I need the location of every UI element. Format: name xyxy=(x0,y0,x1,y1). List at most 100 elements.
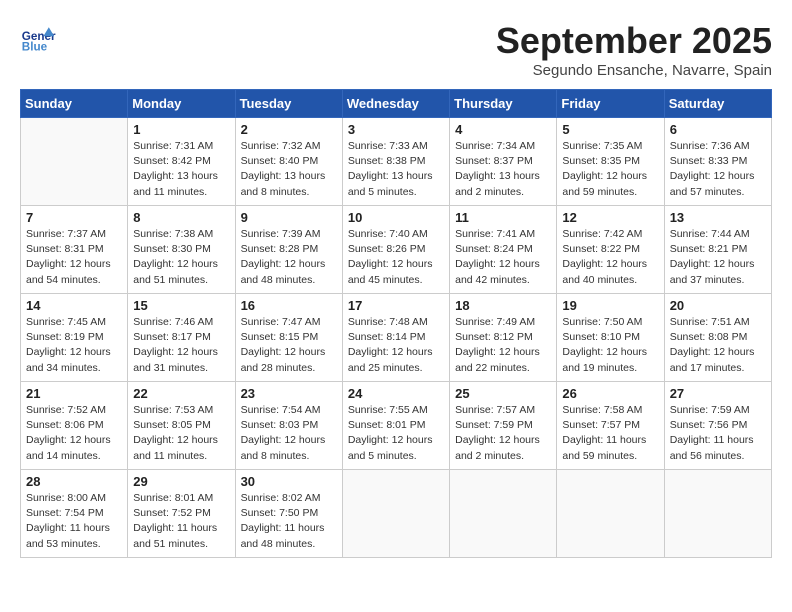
day-info: Sunrise: 7:49 AM Sunset: 8:12 PM Dayligh… xyxy=(455,315,551,376)
day-number: 30 xyxy=(241,474,337,489)
logo-icon: General Blue xyxy=(20,20,56,56)
day-number: 16 xyxy=(241,298,337,313)
calendar-cell: 8 Sunrise: 7:38 AM Sunset: 8:30 PM Daylig… xyxy=(128,206,235,294)
day-number: 18 xyxy=(455,298,551,313)
day-number: 11 xyxy=(455,210,551,225)
day-info: Sunrise: 8:00 AM Sunset: 7:54 PM Dayligh… xyxy=(26,491,122,552)
calendar-cell: 19Sunrise: 7:50 AM Sunset: 8:10 PM Dayli… xyxy=(557,294,664,382)
day-number: 20 xyxy=(670,298,766,313)
col-header-friday: Friday xyxy=(557,90,664,118)
calendar-cell: 10 Sunrise: 7:40 AM Sunset: 8:26 PM Dayli… xyxy=(342,206,449,294)
day-number: 23 xyxy=(241,386,337,401)
day-info: Sunrise: 7:51 AM Sunset: 8:08 PM Dayligh… xyxy=(670,315,766,376)
day-info: Sunrise: 7:46 AM Sunset: 8:17 PM Dayligh… xyxy=(133,315,229,376)
day-info: Sunrise: 7:35 AM Sunset: 8:35 PM Dayligh… xyxy=(562,139,658,200)
day-info: Sunrise: 7:45 AM Sunset: 8:19 PM Dayligh… xyxy=(26,315,122,376)
day-info: Sunrise: 7:33 AM Sunset: 8:38 PM Dayligh… xyxy=(348,139,444,200)
day-number: 19 xyxy=(562,298,658,313)
day-number: 5 xyxy=(562,122,658,137)
day-info: Sunrise: 7:53 AM Sunset: 8:05 PM Dayligh… xyxy=(133,403,229,464)
day-number: 10 xyxy=(348,210,444,225)
calendar-cell: 12 Sunrise: 7:42 AM Sunset: 8:22 PM Dayli… xyxy=(557,206,664,294)
calendar-cell: 11Sunrise: 7:41 AM Sunset: 8:24 PM Dayli… xyxy=(450,206,557,294)
calendar-cell: 1 Sunrise: 7:31 AM Sunset: 8:42 PM Daylig… xyxy=(128,118,235,206)
week-row-3: 14 Sunrise: 7:45 AM Sunset: 8:19 PM Dayli… xyxy=(21,294,772,382)
day-number: 6 xyxy=(670,122,766,137)
calendar-cell: 25 Sunrise: 7:57 AM Sunset: 7:59 PM Dayli… xyxy=(450,382,557,470)
day-info: Sunrise: 7:36 AM Sunset: 8:33 PM Dayligh… xyxy=(670,139,766,200)
calendar-cell: 3 Sunrise: 7:33 AM Sunset: 8:38 PM Daylig… xyxy=(342,118,449,206)
day-number: 24 xyxy=(348,386,444,401)
day-number: 15 xyxy=(133,298,229,313)
calendar-cell: 15 Sunrise: 7:46 AM Sunset: 8:17 PM Dayli… xyxy=(128,294,235,382)
header: General Blue September 2025 Segundo Ensa… xyxy=(20,20,772,79)
day-info: Sunrise: 7:44 AM Sunset: 8:21 PM Dayligh… xyxy=(670,227,766,288)
calendar-cell: 21 Sunrise: 7:52 AM Sunset: 8:06 PM Dayli… xyxy=(21,382,128,470)
col-header-monday: Monday xyxy=(128,90,235,118)
day-number: 28 xyxy=(26,474,122,489)
day-number: 7 xyxy=(26,210,122,225)
svg-text:Blue: Blue xyxy=(22,41,48,54)
day-info: Sunrise: 7:40 AM Sunset: 8:26 PM Dayligh… xyxy=(348,227,444,288)
day-info: Sunrise: 7:55 AM Sunset: 8:01 PM Dayligh… xyxy=(348,403,444,464)
col-header-thursday: Thursday xyxy=(450,90,557,118)
week-row-1: 1 Sunrise: 7:31 AM Sunset: 8:42 PM Daylig… xyxy=(21,118,772,206)
day-info: Sunrise: 7:31 AM Sunset: 8:42 PM Dayligh… xyxy=(133,139,229,200)
day-number: 27 xyxy=(670,386,766,401)
day-info: Sunrise: 7:48 AM Sunset: 8:14 PM Dayligh… xyxy=(348,315,444,376)
day-number: 2 xyxy=(241,122,337,137)
logo: General Blue xyxy=(20,20,60,56)
calendar-cell: 4Sunrise: 7:34 AM Sunset: 8:37 PM Daylig… xyxy=(450,118,557,206)
calendar-cell: 7 Sunrise: 7:37 AM Sunset: 8:31 PM Daylig… xyxy=(21,206,128,294)
day-number: 3 xyxy=(348,122,444,137)
day-info: Sunrise: 7:39 AM Sunset: 8:28 PM Dayligh… xyxy=(241,227,337,288)
day-number: 14 xyxy=(26,298,122,313)
calendar-cell: 16Sunrise: 7:47 AM Sunset: 8:15 PM Dayli… xyxy=(235,294,342,382)
day-info: Sunrise: 7:52 AM Sunset: 8:06 PM Dayligh… xyxy=(26,403,122,464)
calendar-cell: 13 Sunrise: 7:44 AM Sunset: 8:21 PM Dayli… xyxy=(664,206,771,294)
calendar-header-row: SundayMondayTuesdayWednesdayThursdayFrid… xyxy=(21,90,772,118)
calendar-cell xyxy=(450,470,557,558)
location-title: Segundo Ensanche, Navarre, Spain xyxy=(496,62,772,79)
calendar-cell: 28 Sunrise: 8:00 AM Sunset: 7:54 PM Dayli… xyxy=(21,470,128,558)
col-header-sunday: Sunday xyxy=(21,90,128,118)
week-row-4: 21 Sunrise: 7:52 AM Sunset: 8:06 PM Dayli… xyxy=(21,382,772,470)
week-row-5: 28 Sunrise: 8:00 AM Sunset: 7:54 PM Dayli… xyxy=(21,470,772,558)
col-header-saturday: Saturday xyxy=(664,90,771,118)
calendar-cell: 18 Sunrise: 7:49 AM Sunset: 8:12 PM Dayli… xyxy=(450,294,557,382)
calendar-cell: 14 Sunrise: 7:45 AM Sunset: 8:19 PM Dayli… xyxy=(21,294,128,382)
month-title: September 2025 xyxy=(496,20,772,62)
day-number: 13 xyxy=(670,210,766,225)
calendar-cell: 9 Sunrise: 7:39 AM Sunset: 8:28 PM Daylig… xyxy=(235,206,342,294)
col-header-wednesday: Wednesday xyxy=(342,90,449,118)
day-info: Sunrise: 7:38 AM Sunset: 8:30 PM Dayligh… xyxy=(133,227,229,288)
day-number: 22 xyxy=(133,386,229,401)
calendar-cell: 27Sunrise: 7:59 AM Sunset: 7:56 PM Dayli… xyxy=(664,382,771,470)
day-number: 1 xyxy=(133,122,229,137)
day-number: 25 xyxy=(455,386,551,401)
calendar-cell: 17Sunrise: 7:48 AM Sunset: 8:14 PM Dayli… xyxy=(342,294,449,382)
day-info: Sunrise: 7:42 AM Sunset: 8:22 PM Dayligh… xyxy=(562,227,658,288)
calendar-cell xyxy=(557,470,664,558)
day-info: Sunrise: 7:58 AM Sunset: 7:57 PM Dayligh… xyxy=(562,403,658,464)
day-info: Sunrise: 7:54 AM Sunset: 8:03 PM Dayligh… xyxy=(241,403,337,464)
calendar-cell: 22 Sunrise: 7:53 AM Sunset: 8:05 PM Dayli… xyxy=(128,382,235,470)
day-number: 8 xyxy=(133,210,229,225)
calendar-cell: 23 Sunrise: 7:54 AM Sunset: 8:03 PM Dayli… xyxy=(235,382,342,470)
calendar-cell: 26 Sunrise: 7:58 AM Sunset: 7:57 PM Dayli… xyxy=(557,382,664,470)
day-number: 29 xyxy=(133,474,229,489)
day-number: 21 xyxy=(26,386,122,401)
calendar-cell: 2 Sunrise: 7:32 AM Sunset: 8:40 PM Daylig… xyxy=(235,118,342,206)
calendar-cell: 29 Sunrise: 8:01 AM Sunset: 7:52 PM Dayli… xyxy=(128,470,235,558)
day-number: 12 xyxy=(562,210,658,225)
calendar-cell: 6 Sunrise: 7:36 AM Sunset: 8:33 PM Daylig… xyxy=(664,118,771,206)
title-area: September 2025 Segundo Ensanche, Navarre… xyxy=(496,20,772,79)
day-info: Sunrise: 8:01 AM Sunset: 7:52 PM Dayligh… xyxy=(133,491,229,552)
day-info: Sunrise: 7:32 AM Sunset: 8:40 PM Dayligh… xyxy=(241,139,337,200)
col-header-tuesday: Tuesday xyxy=(235,90,342,118)
day-number: 26 xyxy=(562,386,658,401)
day-info: Sunrise: 8:02 AM Sunset: 7:50 PM Dayligh… xyxy=(241,491,337,552)
day-info: Sunrise: 7:57 AM Sunset: 7:59 PM Dayligh… xyxy=(455,403,551,464)
day-number: 9 xyxy=(241,210,337,225)
day-info: Sunrise: 7:37 AM Sunset: 8:31 PM Dayligh… xyxy=(26,227,122,288)
